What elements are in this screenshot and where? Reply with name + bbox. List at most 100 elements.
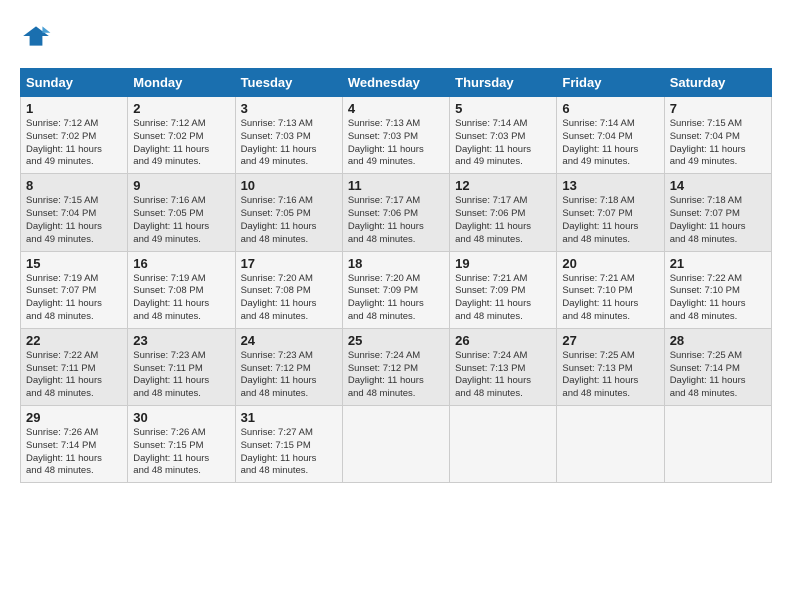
- day-info: Sunrise: 7:16 AMSunset: 7:05 PMDaylight:…: [133, 195, 209, 244]
- day-number: 28: [670, 333, 766, 348]
- day-number: 22: [26, 333, 122, 348]
- day-number: 6: [562, 101, 658, 116]
- day-info: Sunrise: 7:24 AMSunset: 7:13 PMDaylight:…: [455, 350, 531, 399]
- week-row-1: 1 Sunrise: 7:12 AMSunset: 7:02 PMDayligh…: [21, 97, 772, 174]
- day-number: 12: [455, 178, 551, 193]
- day-number: 9: [133, 178, 229, 193]
- calendar-cell: 31 Sunrise: 7:27 AMSunset: 7:15 PMDaylig…: [235, 406, 342, 483]
- day-info: Sunrise: 7:15 AMSunset: 7:04 PMDaylight:…: [26, 195, 102, 244]
- day-info: Sunrise: 7:20 AMSunset: 7:09 PMDaylight:…: [348, 273, 424, 322]
- calendar-cell: 15 Sunrise: 7:19 AMSunset: 7:07 PMDaylig…: [21, 251, 128, 328]
- day-number: 4: [348, 101, 444, 116]
- day-number: 25: [348, 333, 444, 348]
- calendar-cell: 7 Sunrise: 7:15 AMSunset: 7:04 PMDayligh…: [664, 97, 771, 174]
- day-number: 14: [670, 178, 766, 193]
- day-info: Sunrise: 7:23 AMSunset: 7:11 PMDaylight:…: [133, 350, 209, 399]
- calendar-cell: 4 Sunrise: 7:13 AMSunset: 7:03 PMDayligh…: [342, 97, 449, 174]
- day-number: 15: [26, 256, 122, 271]
- calendar-cell: 22 Sunrise: 7:22 AMSunset: 7:11 PMDaylig…: [21, 328, 128, 405]
- logo-bird-icon: [20, 20, 52, 52]
- col-header-sunday: Sunday: [21, 69, 128, 97]
- day-number: 23: [133, 333, 229, 348]
- day-info: Sunrise: 7:25 AMSunset: 7:13 PMDaylight:…: [562, 350, 638, 399]
- day-info: Sunrise: 7:26 AMSunset: 7:15 PMDaylight:…: [133, 427, 209, 476]
- day-info: Sunrise: 7:16 AMSunset: 7:05 PMDaylight:…: [241, 195, 317, 244]
- calendar-cell: [342, 406, 449, 483]
- day-info: Sunrise: 7:22 AMSunset: 7:10 PMDaylight:…: [670, 273, 746, 322]
- day-info: Sunrise: 7:12 AMSunset: 7:02 PMDaylight:…: [26, 118, 102, 167]
- calendar-cell: 21 Sunrise: 7:22 AMSunset: 7:10 PMDaylig…: [664, 251, 771, 328]
- day-number: 7: [670, 101, 766, 116]
- calendar-cell: 26 Sunrise: 7:24 AMSunset: 7:13 PMDaylig…: [450, 328, 557, 405]
- logo: [20, 20, 56, 52]
- calendar-cell: 25 Sunrise: 7:24 AMSunset: 7:12 PMDaylig…: [342, 328, 449, 405]
- calendar-cell: 5 Sunrise: 7:14 AMSunset: 7:03 PMDayligh…: [450, 97, 557, 174]
- day-info: Sunrise: 7:21 AMSunset: 7:10 PMDaylight:…: [562, 273, 638, 322]
- day-number: 3: [241, 101, 337, 116]
- day-number: 10: [241, 178, 337, 193]
- calendar-cell: 27 Sunrise: 7:25 AMSunset: 7:13 PMDaylig…: [557, 328, 664, 405]
- day-info: Sunrise: 7:20 AMSunset: 7:08 PMDaylight:…: [241, 273, 317, 322]
- day-info: Sunrise: 7:14 AMSunset: 7:04 PMDaylight:…: [562, 118, 638, 167]
- calendar-cell: 14 Sunrise: 7:18 AMSunset: 7:07 PMDaylig…: [664, 174, 771, 251]
- week-row-5: 29 Sunrise: 7:26 AMSunset: 7:14 PMDaylig…: [21, 406, 772, 483]
- calendar-cell: 11 Sunrise: 7:17 AMSunset: 7:06 PMDaylig…: [342, 174, 449, 251]
- day-number: 16: [133, 256, 229, 271]
- day-info: Sunrise: 7:17 AMSunset: 7:06 PMDaylight:…: [455, 195, 531, 244]
- calendar-cell: 24 Sunrise: 7:23 AMSunset: 7:12 PMDaylig…: [235, 328, 342, 405]
- col-header-thursday: Thursday: [450, 69, 557, 97]
- day-number: 2: [133, 101, 229, 116]
- day-number: 1: [26, 101, 122, 116]
- day-number: 21: [670, 256, 766, 271]
- day-number: 5: [455, 101, 551, 116]
- col-header-wednesday: Wednesday: [342, 69, 449, 97]
- calendar-cell: 10 Sunrise: 7:16 AMSunset: 7:05 PMDaylig…: [235, 174, 342, 251]
- day-number: 26: [455, 333, 551, 348]
- calendar-cell: 18 Sunrise: 7:20 AMSunset: 7:09 PMDaylig…: [342, 251, 449, 328]
- week-row-4: 22 Sunrise: 7:22 AMSunset: 7:11 PMDaylig…: [21, 328, 772, 405]
- calendar-cell: 17 Sunrise: 7:20 AMSunset: 7:08 PMDaylig…: [235, 251, 342, 328]
- col-header-tuesday: Tuesday: [235, 69, 342, 97]
- calendar-cell: 2 Sunrise: 7:12 AMSunset: 7:02 PMDayligh…: [128, 97, 235, 174]
- day-info: Sunrise: 7:17 AMSunset: 7:06 PMDaylight:…: [348, 195, 424, 244]
- col-header-monday: Monday: [128, 69, 235, 97]
- day-info: Sunrise: 7:12 AMSunset: 7:02 PMDaylight:…: [133, 118, 209, 167]
- week-row-2: 8 Sunrise: 7:15 AMSunset: 7:04 PMDayligh…: [21, 174, 772, 251]
- calendar-cell: 3 Sunrise: 7:13 AMSunset: 7:03 PMDayligh…: [235, 97, 342, 174]
- day-info: Sunrise: 7:14 AMSunset: 7:03 PMDaylight:…: [455, 118, 531, 167]
- calendar-cell: [664, 406, 771, 483]
- day-number: 8: [26, 178, 122, 193]
- col-header-saturday: Saturday: [664, 69, 771, 97]
- day-info: Sunrise: 7:15 AMSunset: 7:04 PMDaylight:…: [670, 118, 746, 167]
- day-info: Sunrise: 7:27 AMSunset: 7:15 PMDaylight:…: [241, 427, 317, 476]
- day-info: Sunrise: 7:26 AMSunset: 7:14 PMDaylight:…: [26, 427, 102, 476]
- calendar-cell: 13 Sunrise: 7:18 AMSunset: 7:07 PMDaylig…: [557, 174, 664, 251]
- day-number: 11: [348, 178, 444, 193]
- calendar-cell: 6 Sunrise: 7:14 AMSunset: 7:04 PMDayligh…: [557, 97, 664, 174]
- page-header: [20, 20, 772, 52]
- day-number: 27: [562, 333, 658, 348]
- day-info: Sunrise: 7:23 AMSunset: 7:12 PMDaylight:…: [241, 350, 317, 399]
- week-row-3: 15 Sunrise: 7:19 AMSunset: 7:07 PMDaylig…: [21, 251, 772, 328]
- calendar-cell: [557, 406, 664, 483]
- day-number: 17: [241, 256, 337, 271]
- day-info: Sunrise: 7:19 AMSunset: 7:07 PMDaylight:…: [26, 273, 102, 322]
- calendar-cell: 19 Sunrise: 7:21 AMSunset: 7:09 PMDaylig…: [450, 251, 557, 328]
- calendar-cell: [450, 406, 557, 483]
- calendar-cell: 28 Sunrise: 7:25 AMSunset: 7:14 PMDaylig…: [664, 328, 771, 405]
- day-info: Sunrise: 7:18 AMSunset: 7:07 PMDaylight:…: [562, 195, 638, 244]
- calendar-cell: 20 Sunrise: 7:21 AMSunset: 7:10 PMDaylig…: [557, 251, 664, 328]
- calendar-table: SundayMondayTuesdayWednesdayThursdayFrid…: [20, 68, 772, 483]
- day-number: 19: [455, 256, 551, 271]
- day-number: 13: [562, 178, 658, 193]
- calendar-cell: 29 Sunrise: 7:26 AMSunset: 7:14 PMDaylig…: [21, 406, 128, 483]
- calendar-cell: 1 Sunrise: 7:12 AMSunset: 7:02 PMDayligh…: [21, 97, 128, 174]
- calendar-cell: 16 Sunrise: 7:19 AMSunset: 7:08 PMDaylig…: [128, 251, 235, 328]
- day-number: 29: [26, 410, 122, 425]
- calendar-cell: 9 Sunrise: 7:16 AMSunset: 7:05 PMDayligh…: [128, 174, 235, 251]
- calendar-cell: 12 Sunrise: 7:17 AMSunset: 7:06 PMDaylig…: [450, 174, 557, 251]
- day-info: Sunrise: 7:18 AMSunset: 7:07 PMDaylight:…: [670, 195, 746, 244]
- day-info: Sunrise: 7:25 AMSunset: 7:14 PMDaylight:…: [670, 350, 746, 399]
- col-header-friday: Friday: [557, 69, 664, 97]
- day-info: Sunrise: 7:13 AMSunset: 7:03 PMDaylight:…: [348, 118, 424, 167]
